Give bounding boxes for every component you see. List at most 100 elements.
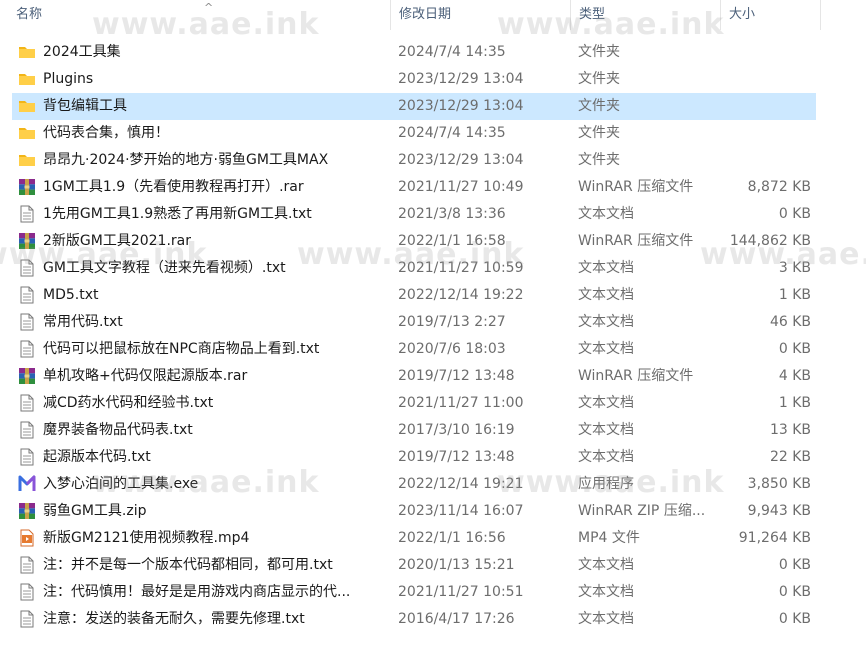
file-name: 代码表合集，慎用！	[43, 125, 169, 141]
file-name: MD5.txt	[43, 287, 99, 303]
file-date: 2021/11/27 11:00	[398, 395, 524, 411]
file-name: 新版GM2121使用视频教程.mp4	[43, 530, 250, 546]
file-row[interactable]: 弱鱼GM工具.zip 2023/11/14 16:07 WinRAR ZIP 压缩.…	[0, 498, 866, 525]
file-type: 文本文档	[578, 395, 634, 411]
file-row[interactable]: 魔界装备物品代码表.txt 2017/3/10 16:19 文本文档 13 KB	[0, 417, 866, 444]
file-size: 0 KB	[778, 611, 811, 627]
file-row[interactable]: 代码可以把鼠标放在NPC商店物品上看到.txt 2020/7/6 18:03 文本文…	[0, 336, 866, 363]
column-divider[interactable]	[820, 0, 821, 30]
file-name: 减CD药水代码和经验书.txt	[43, 395, 214, 411]
file-name: 起源版本代码.txt	[43, 449, 151, 465]
file-name: 注：并不是每一个版本代码都相同，都可用.txt	[43, 557, 333, 573]
file-type: 文本文档	[578, 287, 634, 303]
file-type: 文本文档	[578, 206, 634, 222]
folder-icon	[18, 97, 36, 115]
file-row[interactable]: 1先用GM工具1.9熟悉了再用新GM工具.txt 2021/3/8 13:36 文本…	[0, 201, 866, 228]
file-size	[720, 39, 811, 66]
file-size: 8,872 KB	[747, 179, 811, 195]
file-row[interactable]: 注：并不是每一个版本代码都相同，都可用.txt 2020/1/13 15:21 文本…	[0, 552, 866, 579]
file-type: 文件夹	[578, 98, 620, 114]
file-size: 3 KB	[778, 260, 811, 276]
file-date: 2022/1/1 16:56	[398, 530, 506, 546]
file-size: 0 KB	[778, 206, 811, 222]
winrar-icon	[18, 232, 36, 250]
column-header-name[interactable]: 名称 ^	[8, 0, 391, 30]
file-type: WinRAR 压缩文件	[578, 368, 694, 384]
sort-ascending-icon: ^	[204, 1, 214, 14]
file-date: 2021/11/27 10:51	[398, 584, 524, 600]
file-size: 9,943 KB	[747, 503, 811, 519]
file-date: 2016/4/17 17:26	[398, 611, 515, 627]
file-row[interactable]: 单机攻略+代码仅限起源版本.rar 2019/7/12 13:48 WinRAR 压…	[0, 363, 866, 390]
file-row[interactable]: 2新版GM工具2021.rar 2022/1/1 16:58 WinRAR 压缩文件…	[0, 228, 866, 255]
folder-icon	[18, 124, 36, 142]
file-row[interactable]: 注：代码慎用！最好是是用游戏内商店显示的代... 2021/11/27 10:51…	[0, 579, 866, 606]
file-size: 46 KB	[769, 314, 811, 330]
file-type: 文本文档	[578, 611, 634, 627]
file-size	[720, 66, 811, 93]
column-header-type-label: 类型	[579, 7, 606, 22]
file-date: 2024/7/4 14:35	[398, 44, 506, 60]
file-list: 2024工具集 2024/7/4 14:35 文件夹 Plugins 2023/12/2…	[0, 39, 866, 633]
file-type: MP4 文件	[578, 530, 640, 546]
column-header-size[interactable]: 大小	[721, 0, 821, 30]
file-name: 代码可以把鼠标放在NPC商店物品上看到.txt	[43, 341, 320, 357]
column-header-type[interactable]: 类型	[571, 0, 721, 30]
file-date: 2021/3/8 13:36	[398, 206, 506, 222]
file-type: WinRAR 压缩文件	[578, 233, 694, 249]
text-file-icon	[18, 205, 36, 223]
column-header-date-label: 修改日期	[399, 7, 452, 22]
video-file-icon	[18, 529, 36, 547]
file-name: 弱鱼GM工具.zip	[43, 503, 147, 519]
file-row[interactable]: 常用代码.txt 2019/7/13 2:27 文本文档 46 KB	[0, 309, 866, 336]
file-size: 3,850 KB	[747, 476, 811, 492]
file-row[interactable]: 2024工具集 2024/7/4 14:35 文件夹	[0, 39, 866, 66]
file-name: 背包编辑工具	[43, 98, 127, 114]
file-row[interactable]: 新版GM2121使用视频教程.mp4 2022/1/1 16:56 MP4 文件 91…	[0, 525, 866, 552]
file-row[interactable]: 入梦心泊间的工具集.exe 2022/12/14 19:21 应用程序 3,850 K…	[0, 471, 866, 498]
file-row[interactable]: 起源版本代码.txt 2019/7/12 13:48 文本文档 22 KB	[0, 444, 866, 471]
text-file-icon	[18, 583, 36, 601]
file-type: 文本文档	[578, 260, 634, 276]
file-row[interactable]: 1GM工具1.9（先看使用教程再打开）.rar 2021/11/27 10:49 W…	[0, 174, 866, 201]
file-size	[720, 120, 811, 147]
file-row[interactable]: MD5.txt 2022/12/14 19:22 文本文档 1 KB	[0, 282, 866, 309]
file-date: 2020/1/13 15:21	[398, 557, 515, 573]
file-date: 2022/1/1 16:58	[398, 233, 506, 249]
winrar-icon	[18, 178, 36, 196]
file-name: 注：代码慎用！最好是是用游戏内商店显示的代...	[43, 584, 351, 600]
text-file-icon	[18, 340, 36, 358]
file-row[interactable]: Plugins 2023/12/29 13:04 文件夹	[0, 66, 866, 93]
file-name: 常用代码.txt	[43, 314, 123, 330]
file-type: 文本文档	[578, 557, 634, 573]
text-file-icon	[18, 610, 36, 628]
file-date: 2019/7/12 13:48	[398, 368, 515, 384]
file-size: 22 KB	[769, 449, 811, 465]
file-name: 1先用GM工具1.9熟悉了再用新GM工具.txt	[43, 206, 312, 222]
file-type: 文件夹	[578, 152, 620, 168]
file-row[interactable]: 背包编辑工具 2023/12/29 13:04 文件夹	[0, 93, 866, 120]
file-size: 0 KB	[778, 557, 811, 573]
file-row[interactable]: 注意：发送的装备无耐久，需要先修理.txt 2016/4/17 17:26 文本文档…	[0, 606, 866, 633]
file-size: 4 KB	[778, 368, 811, 384]
column-header-date[interactable]: 修改日期	[391, 0, 571, 30]
text-file-icon	[18, 556, 36, 574]
file-date: 2022/12/14 19:21	[398, 476, 524, 492]
file-row[interactable]: 代码表合集，慎用！ 2024/7/4 14:35 文件夹	[0, 120, 866, 147]
file-date: 2021/11/27 10:59	[398, 260, 524, 276]
file-name: 2新版GM工具2021.rar	[43, 233, 192, 249]
file-size: 13 KB	[769, 422, 811, 438]
folder-icon	[18, 43, 36, 61]
file-row[interactable]: 减CD药水代码和经验书.txt 2021/11/27 11:00 文本文档 1 KB	[0, 390, 866, 417]
file-row[interactable]: GM工具文字教程（进来先看视频）.txt 2021/11/27 10:59 文本文档…	[0, 255, 866, 282]
app-m-icon	[18, 475, 36, 493]
winrar-icon	[18, 367, 36, 385]
winrar-icon	[18, 502, 36, 520]
file-row[interactable]: 昂昂九·2024·梦开始的地方·弱鱼GM工具MAX 2023/12/29 13:0…	[0, 147, 866, 174]
file-name: 1GM工具1.9（先看使用教程再打开）.rar	[43, 179, 304, 195]
column-header-bar: 名称 ^ 修改日期 类型 大小	[0, 0, 866, 30]
file-size: 1 KB	[778, 287, 811, 303]
file-type: 文本文档	[578, 341, 634, 357]
file-date: 2023/12/29 13:04	[398, 71, 524, 87]
file-date: 2022/12/14 19:22	[398, 287, 524, 303]
